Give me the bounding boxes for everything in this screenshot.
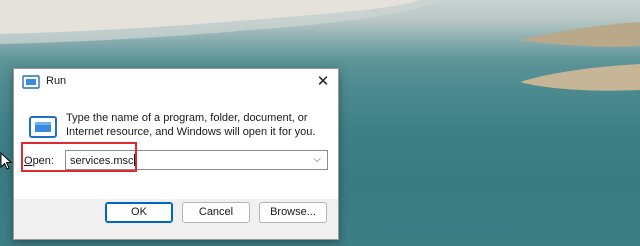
dialog-content: Type the name of a program, folder, docu… <box>14 95 338 199</box>
window-title: Run <box>46 75 67 87</box>
browse-button[interactable]: Browse... <box>259 202 327 223</box>
button-bar: OK Cancel Browse... <box>14 199 338 239</box>
desktop-background: Run ✕ Type the name of a program, folder… <box>0 0 640 246</box>
close-button[interactable]: ✕ <box>312 71 334 93</box>
run-icon <box>29 116 57 138</box>
run-icon <box>22 75 40 89</box>
landscape-hill <box>0 0 640 47</box>
dialog-description: Type the name of a program, folder, docu… <box>66 112 316 138</box>
title-bar[interactable]: Run ✕ <box>14 69 338 95</box>
cancel-button[interactable]: Cancel <box>182 202 250 223</box>
sandbar <box>520 64 640 91</box>
run-dialog: Run ✕ Type the name of a program, folder… <box>13 68 339 240</box>
ok-button[interactable]: OK <box>105 202 173 223</box>
mouse-pointer-icon <box>0 152 12 170</box>
chevron-down-icon[interactable]: ⌵ <box>310 152 324 168</box>
highlight-box <box>21 142 137 172</box>
close-icon: ✕ <box>316 73 330 90</box>
